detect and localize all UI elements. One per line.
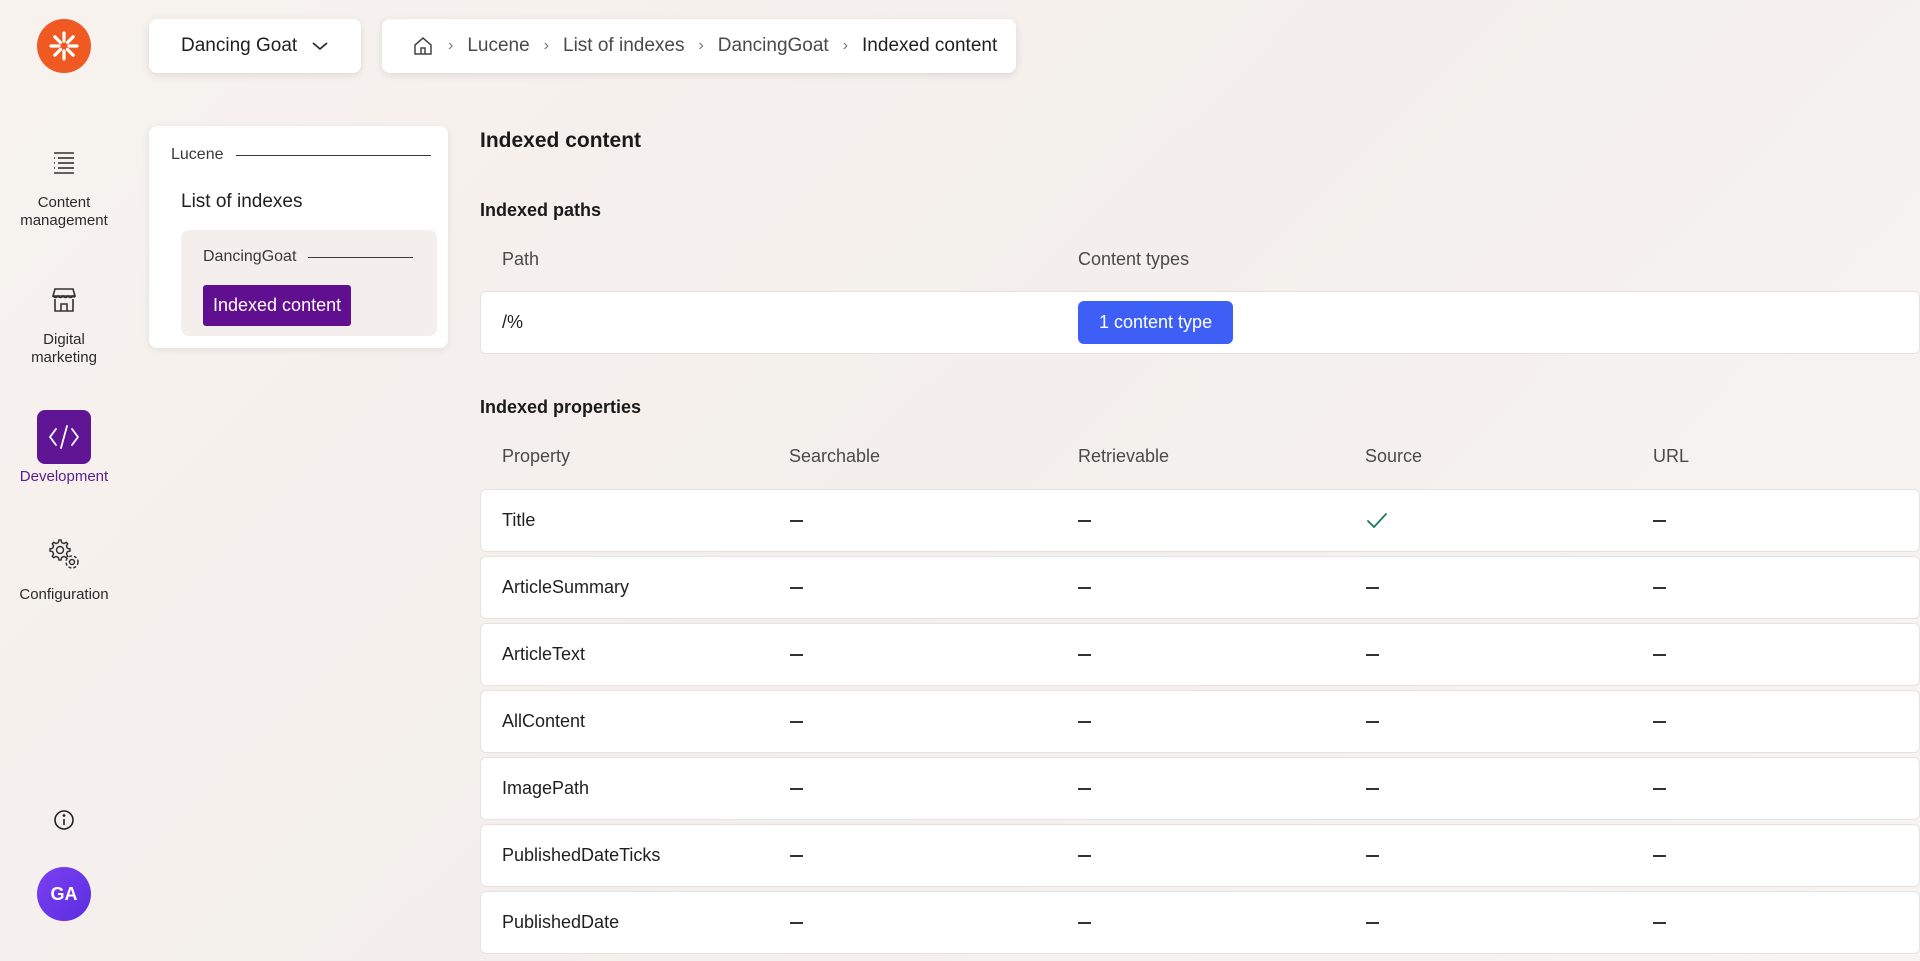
dash-icon [1653, 557, 1666, 618]
subnav-group-label: DancingGoat [203, 248, 297, 265]
dash-icon [1366, 557, 1379, 618]
dash-icon [790, 691, 803, 752]
dash-icon [1653, 825, 1666, 886]
indexed-properties-heading: Indexed properties [480, 397, 642, 417]
subnav-list-of-indexes[interactable]: List of indexes [181, 191, 302, 213]
kentico-logo-icon[interactable] [37, 19, 91, 73]
sub-navigation: Lucene List of indexes DancingGoat Index… [149, 126, 448, 348]
divider [235, 154, 431, 156]
subnav-indexed-content[interactable]: Indexed content [203, 285, 352, 326]
dash-icon [1366, 691, 1379, 752]
column-header-content-types: Content types [1078, 249, 1190, 269]
property-name: PublishedDateTicks [502, 845, 661, 865]
dash-icon [1078, 758, 1091, 819]
code-icon [37, 410, 91, 464]
dash-icon [790, 624, 803, 685]
chevron-right-icon: › [448, 37, 454, 54]
path-cell: /% [502, 312, 524, 332]
chevron-down-icon [311, 41, 329, 51]
subnav-group-head: DancingGoat [203, 248, 414, 266]
table-row[interactable]: Title [480, 489, 1920, 552]
rail-item-label: Configuration [19, 586, 109, 603]
dash-icon [790, 758, 803, 819]
rail-item-label: Content management [20, 194, 108, 229]
dash-icon [1078, 557, 1091, 618]
dash-icon [1366, 825, 1379, 886]
table-row[interactable]: ArticleText [480, 623, 1920, 686]
rail-item-label: Digital marketing [31, 331, 97, 366]
table-row[interactable]: /% 1 content type [480, 291, 1920, 354]
dash-icon [1366, 892, 1379, 953]
property-name: ArticleText [502, 644, 586, 664]
dash-icon [1366, 758, 1379, 819]
dash-icon [1653, 624, 1666, 685]
property-name: ImagePath [502, 778, 590, 798]
dash-icon [790, 557, 803, 618]
property-name: Title [502, 510, 536, 530]
store-icon [37, 273, 91, 327]
table-row[interactable]: ImagePath [480, 757, 1920, 820]
dash-icon [1078, 825, 1091, 886]
main-content: Indexed content Indexed paths Path Conte… [480, 0, 1920, 961]
rail-item-label: Development [19, 468, 109, 485]
dash-icon [790, 892, 803, 953]
dash-icon [1653, 490, 1666, 551]
column-header-property: Property [502, 446, 571, 466]
user-avatar[interactable]: GA [37, 867, 91, 921]
rail-item-digital-marketing[interactable]: Digital marketing [0, 273, 128, 367]
column-header-source: Source [1365, 446, 1423, 466]
rail-item-development[interactable]: Development [0, 410, 128, 486]
indexed-paths-heading: Indexed paths [480, 200, 602, 220]
dash-icon [1653, 691, 1666, 752]
rail-item-content-management[interactable]: Content management [0, 136, 128, 230]
table-row[interactable]: AllContent [480, 690, 1920, 753]
dash-icon [1653, 892, 1666, 953]
check-icon [1366, 490, 1388, 551]
application-switcher[interactable]: Dancing Goat [149, 19, 361, 73]
table-row[interactable]: PublishedDateTicks [480, 824, 1920, 887]
dash-icon [1366, 624, 1379, 685]
divider [308, 256, 414, 258]
subnav-section-label: Lucene [171, 146, 224, 163]
property-name: ArticleSummary [502, 577, 630, 597]
column-header-url: URL [1653, 446, 1690, 466]
gears-icon [37, 528, 91, 582]
subnav-group-dancinggoat: DancingGoat Indexed content [181, 230, 437, 336]
page-title: Indexed content [480, 129, 642, 152]
content-types-button[interactable]: 1 content type [1078, 301, 1234, 344]
property-name: PublishedDate [502, 912, 620, 932]
table-row[interactable]: ArticleSummary [480, 556, 1920, 619]
column-header-retrievable: Retrievable [1078, 446, 1170, 466]
dash-icon [1078, 892, 1091, 953]
app-name: Dancing Goat [181, 35, 298, 56]
home-icon[interactable] [412, 35, 434, 57]
dash-icon [790, 825, 803, 886]
left-rail: Content management Digital marketing Dev… [0, 0, 128, 961]
property-name: AllContent [502, 711, 586, 731]
dash-icon [1653, 758, 1666, 819]
column-header-searchable: Searchable [789, 446, 881, 466]
dash-icon [1078, 691, 1091, 752]
content-list-icon [37, 136, 91, 190]
dash-icon [790, 490, 803, 551]
dash-icon [1078, 624, 1091, 685]
dash-icon [1078, 490, 1091, 551]
subnav-section-lucene: Lucene [171, 146, 431, 164]
rail-item-configuration[interactable]: Configuration [0, 528, 128, 604]
info-icon[interactable] [52, 808, 76, 832]
table-row[interactable]: PublishedDate [480, 891, 1920, 954]
column-header-path: Path [502, 249, 540, 269]
